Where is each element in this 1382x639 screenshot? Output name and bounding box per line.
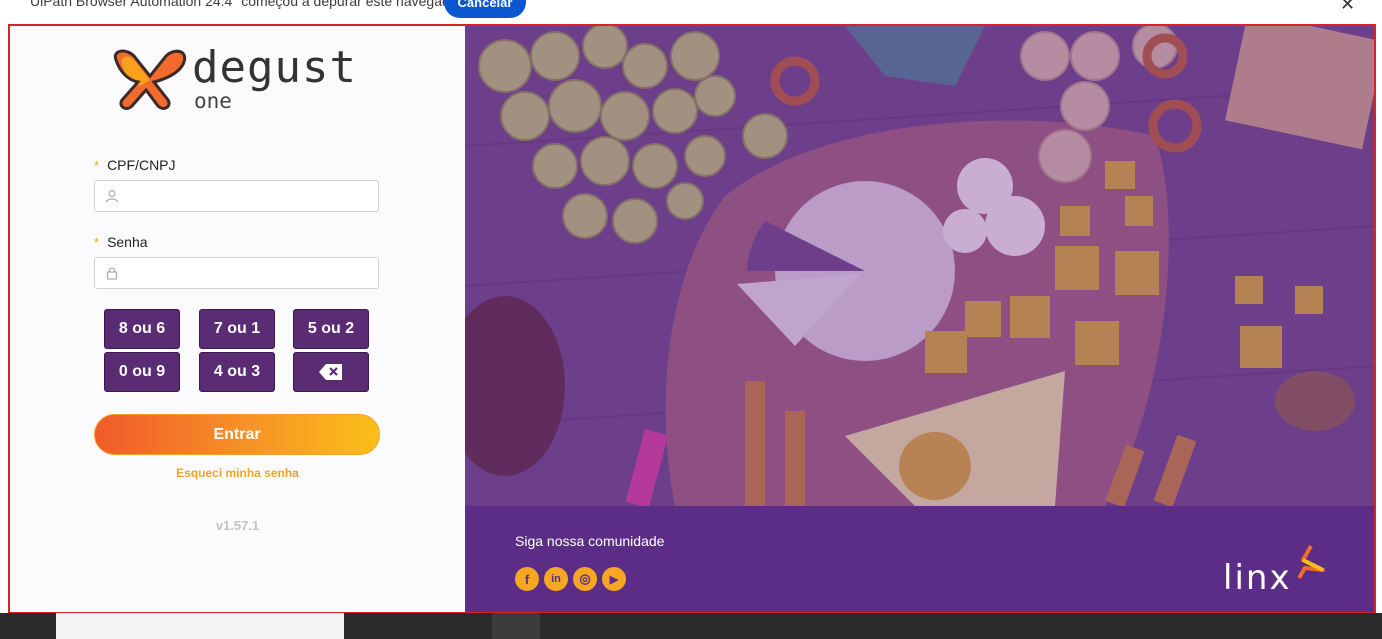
linkedin-icon[interactable]: in: [544, 567, 568, 591]
youtube-icon[interactable]: ▶: [602, 567, 626, 591]
debug-notification-bar: UiPath Browser Automation 24.4" começou …: [0, 0, 1382, 24]
community-label: Siga nossa comunidade: [515, 533, 665, 549]
required-mark: *: [94, 158, 100, 173]
required-mark: *: [94, 235, 100, 250]
linx-wordmark: linx: [1223, 558, 1292, 598]
password-field[interactable]: [94, 257, 379, 289]
taskbar: [0, 613, 1382, 639]
linx-logo: linx: [1223, 544, 1333, 604]
password-label-text: Senha: [107, 234, 148, 250]
degust-logo-icon: [113, 49, 187, 110]
cpf-label: * CPF/CNPJ: [94, 157, 176, 173]
keypad-button-1[interactable]: 8 ou 6: [104, 309, 180, 349]
backspace-icon: [319, 364, 342, 380]
brand-subtitle: one: [194, 89, 232, 113]
keypad-button-3[interactable]: 5 ou 2: [293, 309, 369, 349]
cpf-field[interactable]: [94, 180, 379, 212]
keypad-button-4[interactable]: 0 ou 9: [104, 352, 180, 392]
instagram-icon[interactable]: ◎: [573, 567, 597, 591]
keypad-button-2[interactable]: 7 ou 1: [199, 309, 275, 349]
community-footer: Siga nossa comunidade f in ◎ ▶ linx: [465, 506, 1374, 612]
password-label: * Senha: [94, 234, 148, 250]
app-frame: degust one * CPF/CNPJ * Senha 8 ou 6 7 ou …: [8, 24, 1376, 614]
cpf-label-text: CPF/CNPJ: [107, 157, 176, 173]
linx-mark-icon: [1297, 545, 1325, 580]
login-button[interactable]: Entrar: [94, 414, 380, 455]
login-panel: degust one * CPF/CNPJ * Senha 8 ou 6 7 ou …: [10, 26, 465, 612]
facebook-icon[interactable]: f: [515, 567, 539, 591]
degust-logo: degust one: [110, 44, 370, 116]
taskbar-item[interactable]: [56, 613, 344, 639]
food-illustration: [465, 26, 1374, 506]
close-icon[interactable]: ✕: [1340, 0, 1355, 15]
keypad-button-5[interactable]: 4 ou 3: [199, 352, 275, 392]
brand-name: degust: [192, 42, 357, 93]
cancel-button[interactable]: Cancelar: [444, 0, 526, 18]
lock-icon: [106, 267, 118, 280]
password-input[interactable]: [129, 262, 369, 284]
cpf-input[interactable]: [129, 185, 369, 207]
debug-message: UiPath Browser Automation 24.4" começou …: [30, 0, 463, 9]
forgot-password-link[interactable]: Esqueci minha senha: [10, 466, 465, 480]
backspace-button[interactable]: [293, 352, 369, 392]
version-label: v1.57.1: [215, 518, 260, 533]
marketing-panel: Siga nossa comunidade f in ◎ ▶ linx: [465, 26, 1374, 612]
taskbar-item[interactable]: [492, 613, 540, 639]
user-icon: [105, 189, 119, 203]
food-background-image: [465, 26, 1374, 506]
